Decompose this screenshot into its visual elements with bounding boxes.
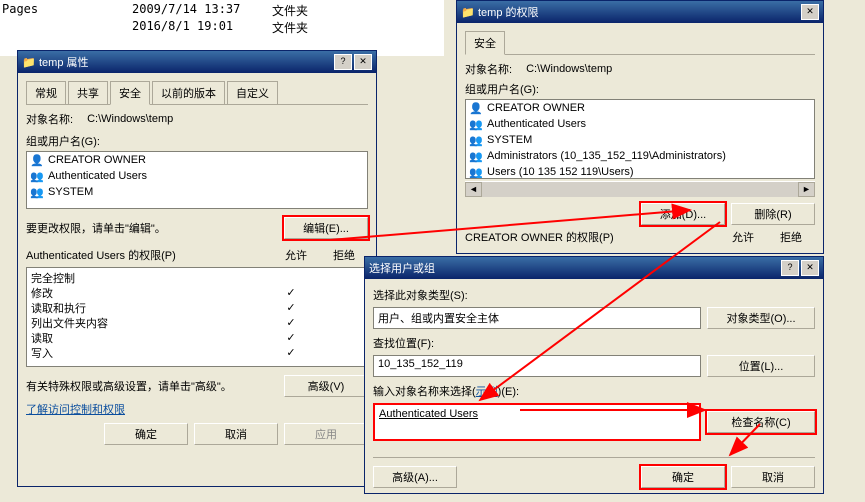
folder-icon: 📁 bbox=[461, 6, 475, 19]
horizontal-scrollbar[interactable]: ◄► bbox=[465, 181, 815, 197]
remove-button[interactable]: 删除(R) bbox=[731, 203, 815, 225]
cancel-button[interactable]: 取消 bbox=[194, 423, 278, 445]
advanced-button-2[interactable]: 高级(A)... bbox=[373, 466, 457, 488]
tabs: 常规 共享 安全 以前的版本 自定义 bbox=[26, 81, 368, 105]
location-label: 查找位置(F): bbox=[373, 335, 815, 351]
tab-security[interactable]: 安全 bbox=[110, 81, 150, 105]
perms-label: Authenticated Users 的权限(P) bbox=[26, 247, 176, 263]
list-item: 👥Administrators (10_135_152_119\Administ… bbox=[466, 148, 814, 164]
example-link[interactable]: 示例 bbox=[476, 386, 498, 398]
user-icon: 👤 bbox=[468, 101, 484, 115]
help-button[interactable]: ? bbox=[781, 260, 799, 276]
users-icon: 👥 bbox=[468, 117, 484, 131]
tab-general[interactable]: 常规 bbox=[26, 81, 66, 105]
properties-dialog: 📁 temp 属性 ? ✕ 常规 共享 安全 以前的版本 自定义 对象名称: C… bbox=[17, 50, 377, 487]
owner-perms-label: CREATOR OWNER 的权限(P) bbox=[465, 229, 614, 245]
groups-listbox[interactable]: 👤CREATOR OWNER 👥Authenticated Users 👥SYS… bbox=[26, 151, 368, 209]
tab-security-2[interactable]: 安全 bbox=[465, 31, 505, 55]
edit-button[interactable]: 编辑(E)... bbox=[284, 217, 368, 239]
titlebar[interactable]: 📁 temp 属性 ? ✕ bbox=[18, 51, 376, 73]
edit-hint: 要更改权限，请单击"编辑"。 bbox=[26, 220, 166, 236]
titlebar[interactable]: 📁 temp 的权限 ✕ bbox=[457, 1, 823, 23]
object-type-label: 选择此对象类型(S): bbox=[373, 287, 815, 303]
list-item: 👤CREATOR OWNER bbox=[466, 100, 814, 116]
groups-label: 组或用户名(G): bbox=[26, 133, 368, 149]
object-path: C:\Windows\temp bbox=[87, 113, 173, 125]
list-item: 👥SYSTEM bbox=[27, 184, 367, 200]
adv-hint: 有关特殊权限或高级设置，请单击"高级"。 bbox=[26, 378, 232, 394]
window-title: temp 的权限 bbox=[478, 4, 799, 20]
object-name-label: 对象名称: bbox=[26, 111, 73, 127]
close-button[interactable]: ✕ bbox=[801, 4, 819, 20]
users-icon: 👥 bbox=[468, 149, 484, 163]
list-item: 👥Authenticated Users bbox=[27, 168, 367, 184]
permissions-dialog: 📁 temp 的权限 ✕ 安全 对象名称: C:\Windows\temp 组或… bbox=[456, 0, 824, 254]
object-path: C:\Windows\temp bbox=[526, 63, 612, 75]
tab-sharing[interactable]: 共享 bbox=[68, 81, 108, 105]
list-item: 👥Authenticated Users bbox=[466, 116, 814, 132]
add-button[interactable]: 添加(D)... bbox=[641, 203, 725, 225]
object-type-field: 用户、组或内置安全主体 bbox=[373, 307, 701, 329]
groups-listbox-2[interactable]: 👤CREATOR OWNER 👥Authenticated Users 👥SYS… bbox=[465, 99, 815, 179]
background-file-list: Pages2009/7/14 13:37文件夹 2016/8/1 19:01文件… bbox=[0, 0, 444, 56]
users-icon: 👥 bbox=[29, 185, 45, 199]
ok-button-2[interactable]: 确定 bbox=[641, 466, 725, 488]
groups-label: 组或用户名(G): bbox=[465, 81, 815, 97]
tab-previous[interactable]: 以前的版本 bbox=[152, 81, 225, 105]
close-button[interactable]: ✕ bbox=[801, 260, 819, 276]
select-users-dialog: 选择用户或组 ?✕ 选择此对象类型(S): 用户、组或内置安全主体 对象类型(O… bbox=[364, 256, 824, 494]
window-title: temp 属性 bbox=[39, 54, 332, 70]
titlebar[interactable]: 选择用户或组 ?✕ bbox=[365, 257, 823, 279]
list-item: 👥SYSTEM bbox=[466, 132, 814, 148]
apply-button[interactable]: 应用 bbox=[284, 423, 368, 445]
ok-button[interactable]: 确定 bbox=[104, 423, 188, 445]
check-names-button[interactable]: 检查名称(C) bbox=[707, 411, 815, 433]
window-title: 选择用户或组 bbox=[369, 260, 779, 276]
location-field: 10_135_152_119 bbox=[373, 355, 701, 377]
cancel-button-2[interactable]: 取消 bbox=[731, 466, 815, 488]
list-item: 👥Users (10 135 152 119\Users) bbox=[466, 164, 814, 179]
object-type-button[interactable]: 对象类型(O)... bbox=[707, 307, 815, 329]
advanced-button[interactable]: 高级(V) bbox=[284, 375, 368, 397]
help-button[interactable]: ? bbox=[334, 54, 352, 70]
users-icon: 👥 bbox=[29, 169, 45, 183]
names-input[interactable]: Authenticated Users bbox=[373, 403, 701, 441]
location-button[interactable]: 位置(L)... bbox=[707, 355, 815, 377]
object-name-label: 对象名称: bbox=[465, 61, 512, 77]
users-icon: 👥 bbox=[468, 133, 484, 147]
list-item: 👤CREATOR OWNER bbox=[27, 152, 367, 168]
user-icon: 👤 bbox=[29, 153, 45, 167]
permissions-table[interactable]: 完全控制 修改✓ 读取和执行✓ 列出文件夹内容✓ 读取✓ 写入✓ bbox=[26, 267, 368, 367]
names-label: 输入对象名称来选择( bbox=[373, 386, 476, 398]
close-button[interactable]: ✕ bbox=[354, 54, 372, 70]
users-icon: 👥 bbox=[468, 165, 484, 179]
folder-icon: 📁 bbox=[22, 56, 36, 69]
help-link[interactable]: 了解访问控制和权限 bbox=[26, 401, 125, 417]
tab-custom[interactable]: 自定义 bbox=[227, 81, 278, 105]
